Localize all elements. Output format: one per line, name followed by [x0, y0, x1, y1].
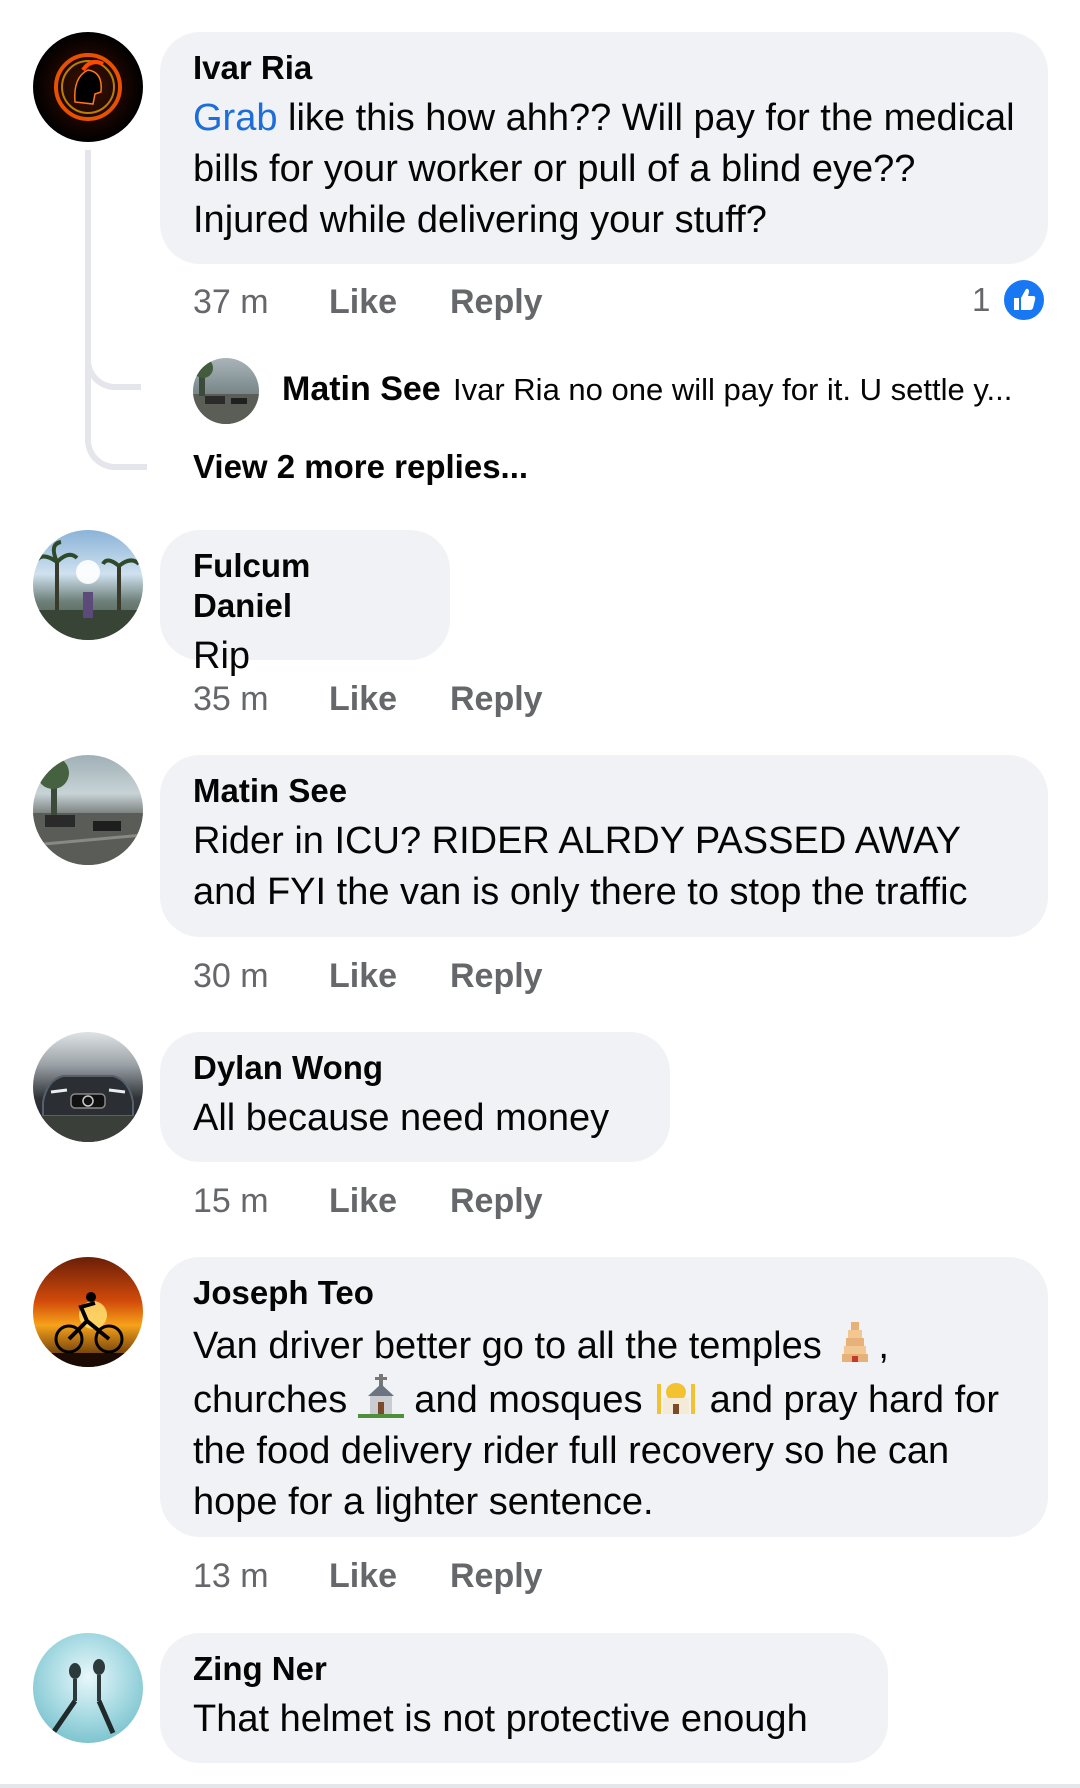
comment-text: Rip [193, 635, 251, 677]
comment-text: That helmet is not protective enough [193, 1698, 808, 1740]
reply-text: Ivar Ria no one will pay for it. U settl… [453, 372, 1013, 407]
reply-button[interactable]: Reply [450, 1182, 543, 1221]
comment-bubble[interactable]: Matin See Rider in ICU? RIDER ALRDY PASS… [160, 755, 1048, 937]
comment-timestamp[interactable]: 37 m [193, 283, 269, 322]
cyclist-sunset-icon [33, 1292, 143, 1367]
comment-text: Rider in ICU? RIDER ALRDY PASSED AWAY an… [193, 820, 968, 913]
road-scene-icon [33, 757, 143, 865]
comment-text: All because need money [193, 1097, 610, 1139]
mention-link[interactable]: Grab [193, 97, 277, 139]
like-button[interactable]: Like [329, 957, 397, 996]
mosque-icon [657, 1383, 696, 1414]
comment-bubble[interactable]: Joseph Teo Van driver better go to all t… [160, 1257, 1048, 1537]
avatar[interactable] [33, 755, 143, 865]
thumbs-up-icon [1002, 278, 1047, 322]
comment-author[interactable]: Zing Ner [193, 1649, 856, 1689]
alien-figures-icon [50, 1659, 116, 1735]
avatar[interactable] [33, 1257, 143, 1367]
comment-timestamp[interactable]: 15 m [193, 1182, 269, 1221]
like-button[interactable]: Like [329, 283, 397, 322]
spartan-helmet-icon [54, 53, 122, 121]
like-button[interactable]: Like [329, 1557, 397, 1596]
avatar[interactable] [193, 358, 259, 424]
comment-timestamp[interactable]: 13 m [193, 1557, 269, 1596]
reaction-summary[interactable]: 1 [972, 278, 1047, 322]
nested-reply[interactable]: Matin See Ivar Ria no one will pay for i… [193, 358, 1053, 424]
road-scene-icon [193, 358, 259, 424]
comment-text: Van driver better go to all the temples … [193, 1318, 1016, 1528]
thread-connector [85, 150, 147, 470]
palm-park-icon [33, 540, 143, 640]
like-button[interactable]: Like [329, 680, 397, 719]
comment-text-part: , [878, 1325, 889, 1367]
comment-text-part: Van driver better go to all the temples [193, 1325, 833, 1367]
reply-button[interactable]: Reply [450, 283, 543, 322]
reply-author[interactable]: Matin See [282, 370, 441, 409]
comment-timestamp[interactable]: 30 m [193, 957, 269, 996]
comment-timestamp[interactable]: 35 m [193, 680, 269, 719]
like-button[interactable]: Like [329, 1182, 397, 1221]
avatar[interactable] [33, 1633, 143, 1743]
comment-author[interactable]: Fulcum Daniel [193, 546, 418, 626]
comment-text: Grab like this how ahh?? Will pay for th… [193, 93, 1016, 246]
comment-author[interactable]: Matin See [193, 771, 1016, 811]
avatar[interactable] [33, 1032, 143, 1142]
comment-author[interactable]: Dylan Wong [193, 1048, 638, 1088]
comment-bubble[interactable]: Zing Ner That helmet is not protective e… [160, 1633, 888, 1763]
avatar[interactable] [33, 530, 143, 640]
car-icon [33, 1075, 143, 1142]
bottom-divider [0, 1784, 1080, 1788]
view-more-replies[interactable]: View 2 more replies... [193, 448, 528, 486]
reply-button[interactable]: Reply [450, 957, 543, 996]
comment-bubble[interactable]: Dylan Wong All because need money [160, 1032, 670, 1162]
temple-icon [842, 1322, 869, 1362]
avatar[interactable] [33, 32, 143, 142]
comment-author[interactable]: Joseph Teo [193, 1273, 1016, 1313]
reaction-count: 1 [972, 281, 991, 318]
comment-text-body: like this how ahh?? Will pay for the med… [193, 97, 1015, 241]
comment-text-part: churches [193, 1379, 358, 1421]
reply-button[interactable]: Reply [450, 1557, 543, 1596]
comment-text-part: and mosques [403, 1379, 654, 1421]
reply-button[interactable]: Reply [450, 680, 543, 719]
comment-bubble[interactable]: Fulcum Daniel Rip [160, 530, 450, 677]
comment-bubble[interactable]: Ivar Ria Grab like this how ahh?? Will p… [160, 32, 1048, 264]
church-icon [357, 1374, 404, 1418]
comment-author[interactable]: Ivar Ria [193, 48, 1016, 88]
